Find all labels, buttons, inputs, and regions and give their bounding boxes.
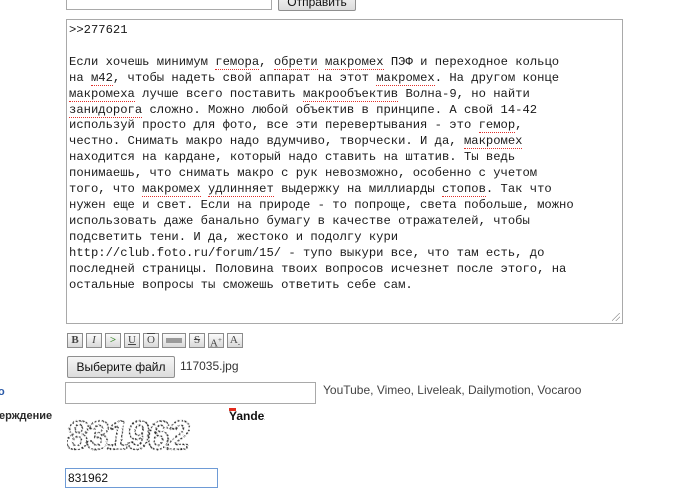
subscript-label: A (229, 334, 238, 346)
captcha-label: ерждение (0, 410, 53, 422)
captcha-input[interactable]: 831962 (65, 468, 218, 488)
spellcheck-word: макромеха (69, 86, 135, 102)
spellcheck-word: гемор (478, 118, 516, 134)
italic-button[interactable]: I (86, 333, 102, 348)
yandex-logo-icon (229, 408, 236, 411)
video-input[interactable] (65, 382, 316, 404)
resize-grip-icon[interactable] (612, 313, 620, 321)
spellcheck-word: удлинняет (207, 182, 274, 198)
strike-button[interactable]: S (189, 333, 205, 348)
spellcheck-word: стопов (442, 182, 486, 198)
spellcheck-word: обрети (273, 54, 318, 70)
superscript-button[interactable]: A+ (208, 333, 224, 350)
subscript-button[interactable]: A- (227, 333, 243, 348)
submit-button-label: Отправить (287, 0, 347, 9)
spellcheck-word: макромех (142, 182, 201, 198)
format-toolbar: B I > U O S A+ A- (67, 333, 243, 350)
underline-button[interactable]: U (124, 333, 140, 348)
spoiler-icon (166, 338, 182, 343)
name-input[interactable] (66, 0, 272, 10)
message-textarea[interactable]: >>277621 Если хочешь минимум гемора, обр… (66, 19, 623, 324)
overline-button[interactable]: O (143, 333, 159, 348)
spellcheck-word: гемора (215, 54, 260, 70)
choose-file-button[interactable]: Выберите файл (67, 356, 175, 378)
spoiler-button[interactable] (162, 333, 186, 348)
submit-button[interactable]: Отправить (278, 0, 356, 11)
bold-button[interactable]: B (67, 333, 83, 348)
captcha-image: 831962 Yandex (63, 405, 271, 465)
file-name: 117035.jpg (180, 359, 239, 373)
captcha-brand: Yandex (229, 409, 265, 423)
spellcheck-word: макромех (325, 54, 384, 70)
video-label: о (0, 386, 5, 398)
subscript-icon: - (237, 340, 241, 349)
spellcheck-word: макромех (376, 70, 435, 86)
video-hint: YouTube, Vimeo, Liveleak, Dailymotion, V… (323, 383, 582, 397)
superscript-icon: + (218, 336, 222, 344)
superscript-label: A (210, 337, 218, 350)
message-text: >>277621 Если хочешь минимум гемора, обр… (69, 23, 574, 292)
quote-button[interactable]: > (105, 333, 121, 348)
spellcheck-word: макромех (463, 134, 523, 150)
captcha-text: 831962 (67, 413, 192, 458)
spellcheck-word: макрообъектив (303, 86, 399, 102)
spellcheck-word: м42 (90, 70, 113, 86)
spellcheck-word: занидорога (69, 102, 143, 118)
captcha-svg: 831962 Yandex (63, 408, 271, 459)
